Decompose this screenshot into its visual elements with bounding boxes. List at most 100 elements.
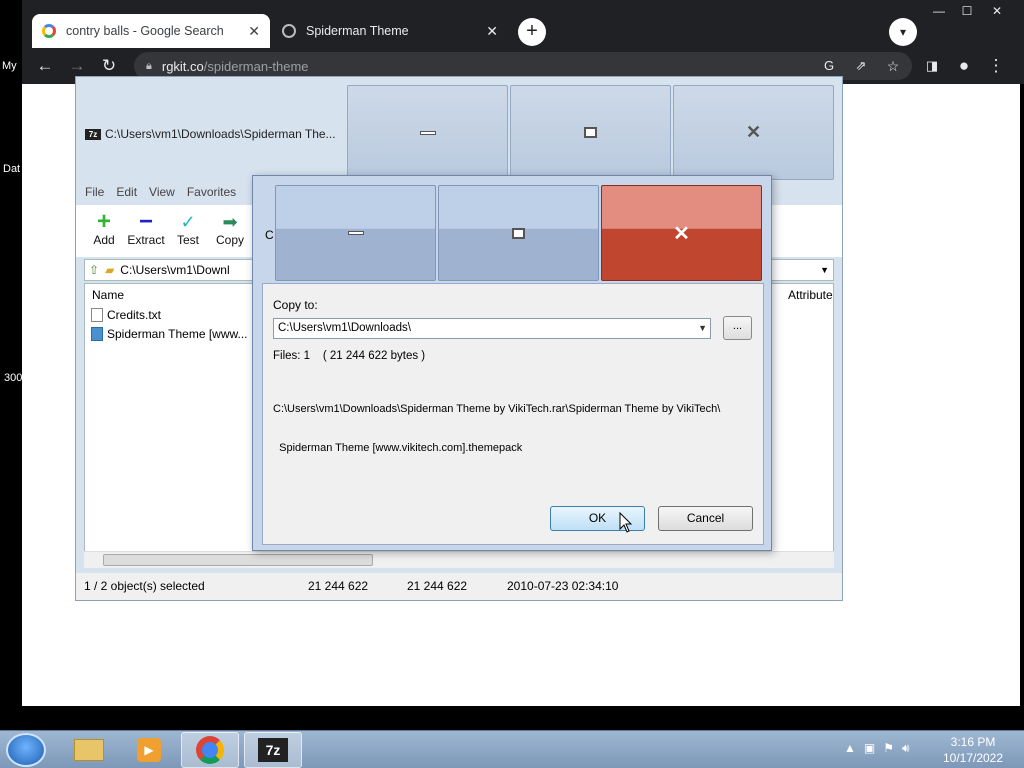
back-icon[interactable]: ← [33, 54, 57, 78]
minimize-window-button[interactable]: — [925, 2, 953, 20]
status-packed: 21 244 622 [407, 579, 468, 593]
test-icon: ✓ [180, 212, 196, 232]
close-button[interactable]: ✕ [673, 85, 834, 180]
forward-icon[interactable]: → [65, 54, 89, 78]
add-label: Add [93, 233, 115, 247]
globe-icon [282, 24, 296, 38]
file-name: Credits.txt [107, 308, 162, 322]
profile-avatar-icon[interactable]: ● [952, 54, 976, 78]
url-path: /spiderman-theme [203, 58, 309, 74]
close-tab-icon[interactable]: ✕ [486, 23, 498, 40]
chrome-icon [196, 736, 224, 764]
share-icon[interactable]: ⇗ [849, 54, 873, 78]
google-icon [42, 24, 56, 38]
desktop-label-dat: Dat [3, 163, 21, 175]
maximize-icon [584, 127, 597, 138]
taskbar: ▶ 7z ▲ ▣ ⚑ 🔊︎ 3:16 PM 10/17/2022 [0, 730, 1024, 768]
status-size: 21 244 622 [308, 579, 369, 593]
tab-search-button[interactable]: ▾ [889, 18, 917, 46]
list-item[interactable]: Credits.txt [91, 308, 161, 322]
system-tray: ▲ ▣ ⚑ 🔊︎ [844, 741, 910, 756]
path-text: C:\Users\vm1\Downl [120, 263, 230, 277]
browse-button[interactable]: ... [723, 316, 752, 340]
network-icon[interactable]: ▣ [864, 741, 875, 756]
copy-to-combobox[interactable]: C:\Users\vm1\Downloads\ ▼ [273, 318, 711, 339]
menu-bar: File Edit View Favorites [85, 185, 236, 199]
themepack-file-icon [91, 327, 103, 341]
reload-icon[interactable]: ↻ [97, 54, 121, 78]
dialog-close-button[interactable]: ✕ [601, 185, 762, 281]
extract-label: Extract [127, 233, 165, 247]
list-item[interactable]: Spiderman Theme [www... [91, 327, 248, 341]
tab-google-search[interactable]: contry balls - Google Search ✕ [32, 14, 270, 48]
test-button[interactable]: ✓ Test [168, 211, 208, 247]
up-folder-icon[interactable]: ⇧ [89, 263, 99, 277]
status-modified: 2010-07-23 02:34:10 [507, 579, 619, 593]
copy-to-label: Copy to: [273, 298, 318, 312]
maximize-button[interactable] [510, 85, 671, 180]
column-name-header[interactable]: Name [92, 288, 124, 302]
media-player-taskbar-button[interactable]: ▶ [120, 732, 178, 768]
maximize-icon [512, 227, 525, 239]
sevenzip-taskbar-button[interactable]: 7z [244, 732, 302, 768]
tab-spiderman-theme[interactable]: Spiderman Theme ✕ [272, 14, 508, 48]
horizontal-scrollbar[interactable] [84, 551, 834, 568]
volume-icon[interactable]: 🔊︎ [902, 741, 910, 756]
column-attributes-header[interactable]: Attribute [788, 288, 833, 302]
side-panel-icon[interactable]: ◨ [920, 54, 944, 78]
chrome-taskbar-button[interactable] [181, 732, 239, 768]
close-tab-icon[interactable]: ✕ [248, 23, 260, 40]
clock-time: 3:16 PM [950, 735, 996, 749]
bookmark-star-icon[interactable]: ☆ [881, 54, 905, 78]
chevron-down-icon[interactable]: ▼ [698, 323, 707, 333]
copy-button[interactable]: ➡ Copy [210, 211, 250, 247]
desktop-label-my: My [2, 60, 17, 72]
text-file-icon [91, 308, 103, 322]
action-center-flag-icon[interactable]: ⚑ [883, 741, 894, 756]
dialog-body: Copy to: C:\Users\vm1\Downloads\ ▼ ... F… [262, 283, 764, 545]
source-path: C:\Users\vm1\Downloads\Spiderman Theme b… [273, 377, 720, 481]
copy-to-value: C:\Users\vm1\Downloads\ [278, 322, 411, 334]
tab-title: contry balls - Google Search [66, 24, 224, 38]
copy-arrow-icon: ➡ [222, 212, 238, 232]
new-tab-button[interactable]: + [518, 18, 546, 46]
desktop-left-strip: My Dat 300 [0, 0, 22, 730]
copy-label: Copy [215, 233, 244, 247]
file-name: Spiderman Theme [www... [107, 327, 248, 341]
google-lens-icon[interactable]: G [817, 54, 841, 78]
add-button[interactable]: + Add [84, 210, 124, 248]
scrollbar-thumb[interactable] [103, 554, 373, 566]
menu-kebab-icon[interactable]: ⋮ [984, 54, 1008, 78]
menu-view[interactable]: View [149, 185, 175, 199]
source-path-line-1: C:\Users\vm1\Downloads\Spiderman Theme b… [273, 403, 721, 415]
mouse-cursor-icon [619, 512, 633, 533]
dialog-minimize-button[interactable] [275, 185, 436, 281]
folder-icon: ▰ [105, 263, 115, 277]
explorer-taskbar-button[interactable] [60, 732, 118, 768]
play-icon: ▶ [137, 738, 161, 762]
sevenzip-icon: 7z [85, 128, 101, 140]
menu-favorites[interactable]: Favorites [187, 185, 236, 199]
menu-edit[interactable]: Edit [116, 185, 137, 199]
dialog-maximize-button[interactable] [438, 185, 599, 281]
maximize-window-button[interactable]: ☐ [953, 2, 981, 20]
menu-file[interactable]: File [85, 185, 104, 199]
start-button[interactable] [6, 733, 46, 767]
window-title: 7z C:\Users\vm1\Downloads\Spiderman The.… [85, 127, 336, 141]
dialog-title-fragment: C [265, 228, 274, 242]
show-hidden-icons-icon[interactable]: ▲ [844, 741, 856, 756]
tab-title: Spiderman Theme [306, 24, 409, 38]
extract-button[interactable]: − Extract [126, 210, 166, 248]
folder-icon [74, 739, 104, 761]
chevron-down-icon[interactable]: ▼ [820, 265, 829, 275]
close-window-button[interactable]: ✕ [983, 2, 1011, 20]
test-label: Test [176, 233, 199, 247]
minimize-button[interactable] [347, 85, 508, 180]
status-selected: 1 / 2 object(s) selected [84, 579, 205, 593]
source-path-line-2: Spiderman Theme [www.vikitech.com].theme… [273, 442, 523, 454]
clock-date: 10/17/2022 [942, 751, 1004, 765]
copy-dialog: C ✕ Copy to: C:\Users\vm1\Downloads\ ▼ .… [252, 175, 772, 551]
lock-icon: 🔒︎ [146, 59, 152, 72]
cancel-button[interactable]: Cancel [658, 506, 753, 531]
clock[interactable]: 3:16 PM 10/17/2022 [930, 734, 1016, 766]
